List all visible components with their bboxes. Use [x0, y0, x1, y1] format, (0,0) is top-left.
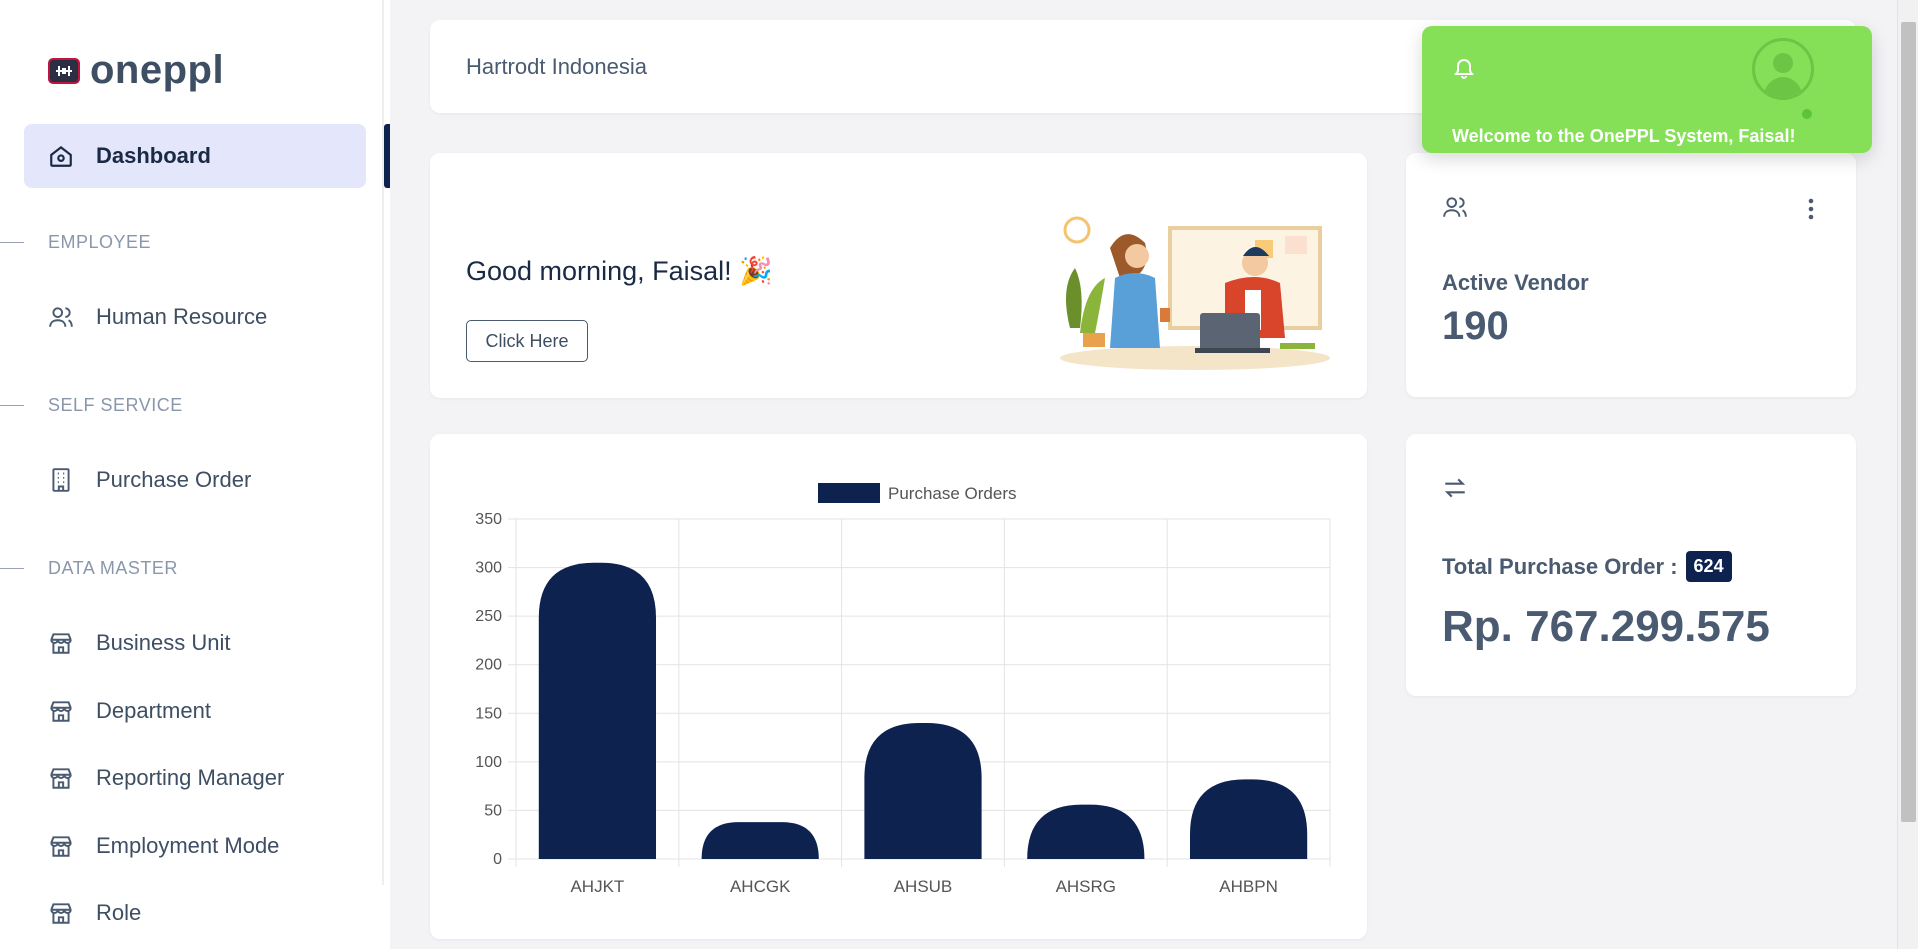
sidebar-item-employment-mode[interactable]: Employment Mode [24, 814, 366, 878]
more-options-icon[interactable] [1801, 197, 1821, 221]
welcome-toast[interactable]: Welcome to the OnePPL System, Faisal! [1422, 26, 1872, 153]
y-tick-label: 350 [475, 511, 502, 528]
purchase-orders-chart: 0 50 100 150 200 250 300 350 AHJKT AHCGK AHSUB AHSR… [475, 483, 1331, 896]
user-avatar[interactable] [1752, 38, 1814, 100]
bar [538, 562, 657, 859]
total-purchase-card: Total Purchase Order : 624 Rp. 767.299.5… [1406, 434, 1856, 696]
sidebar-item-department[interactable]: Department [24, 679, 366, 743]
company-name: Hartrodt Indonesia [466, 54, 647, 79]
welcome-card: Good morning, Faisal! 🎉 Click Here [430, 153, 1367, 398]
y-tick-label: 200 [475, 657, 502, 674]
total-purchase-label: Total Purchase Order : 624 [1442, 551, 1732, 582]
building-icon [52, 468, 70, 492]
sidebar: oneppl Dashboard EMPLOYEE Human Resource… [0, 0, 390, 949]
app-logo[interactable]: oneppl [48, 48, 224, 93]
users-icon [49, 307, 73, 327]
swap-icon [1444, 478, 1466, 498]
sidebar-item-dashboard[interactable]: Dashboard [24, 124, 366, 188]
bar [1027, 804, 1145, 859]
y-tick-label: 300 [475, 560, 502, 577]
section-data-master: DATA MASTER [0, 558, 178, 579]
x-tick-label: AHCGK [730, 877, 791, 896]
y-tick-label: 50 [484, 802, 502, 819]
x-tick-label: AHJKT [570, 877, 624, 896]
page-scrollbar[interactable] [1897, 0, 1918, 949]
sidebar-item-reporting-manager[interactable]: Reporting Manager [24, 746, 366, 810]
active-vendor-value: 190 [1442, 304, 1509, 348]
logo-icon [48, 57, 80, 84]
bar [864, 723, 982, 859]
x-tick-label: AHBPN [1219, 877, 1278, 896]
section-self-service: SELF SERVICE [0, 395, 183, 416]
sidebar-item-business-unit[interactable]: Business Unit [24, 611, 366, 675]
store-icon [50, 903, 72, 924]
bar [701, 822, 819, 859]
logo-text: oneppl [90, 48, 225, 92]
users-icon [1443, 197, 1467, 217]
purchase-orders-chart-card: 0 50 100 150 200 250 300 350 AHJKT AHCGK AHSUB AHSR… [430, 434, 1367, 939]
sidebar-item-role[interactable]: Role [24, 881, 366, 945]
sidebar-item-label: Dashboard [96, 143, 211, 168]
legend-label: Purchase Orders [888, 484, 1017, 503]
y-tick-label: 150 [475, 705, 502, 722]
bar [1189, 779, 1308, 859]
sidebar-active-indicator [384, 124, 390, 188]
active-vendor-card: Active Vendor 190 [1406, 153, 1856, 397]
y-tick-label: 0 [493, 851, 502, 868]
sidebar-item-human-resource[interactable]: Human Resource [24, 285, 366, 349]
click-here-button[interactable]: Click Here [466, 320, 588, 362]
greeting-text: Good morning, Faisal! 🎉 [466, 256, 773, 286]
store-icon [50, 701, 72, 722]
store-icon [50, 768, 72, 789]
y-tick-label: 100 [475, 754, 502, 771]
store-icon [50, 633, 72, 654]
section-employee: EMPLOYEE [0, 232, 151, 253]
purchase-count-badge: 624 [1685, 551, 1732, 582]
store-icon [50, 836, 72, 857]
bell-icon [1454, 59, 1474, 79]
home-icon [50, 145, 72, 167]
x-tick-label: AHSRG [1056, 877, 1116, 896]
toast-message: Welcome to the OnePPL System, Faisal! [1452, 126, 1796, 146]
legend-swatch [818, 483, 880, 503]
scrollbar-thumb[interactable] [1901, 22, 1916, 822]
y-tick-label: 250 [475, 608, 502, 625]
office-illustration [1060, 216, 1330, 370]
x-tick-label: AHSUB [894, 877, 953, 896]
total-purchase-amount: Rp. 767.299.575 [1442, 602, 1770, 651]
online-status-dot [1800, 107, 1814, 121]
sidebar-item-purchase-order[interactable]: Purchase Order [24, 448, 366, 512]
active-vendor-label: Active Vendor [1442, 270, 1589, 295]
